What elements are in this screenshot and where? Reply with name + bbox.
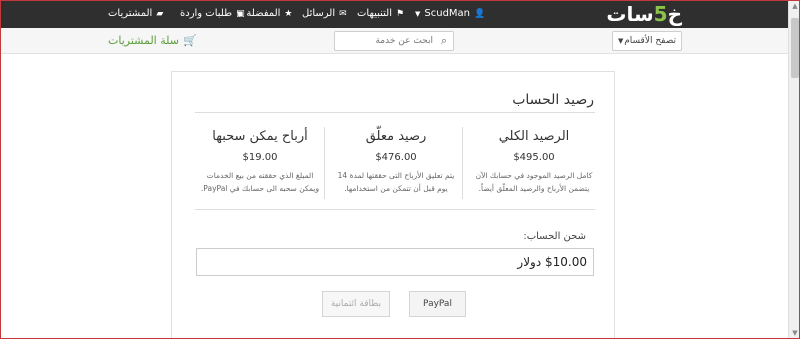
charge-account-label: شحن الحساب: <box>523 231 586 242</box>
notifications-label: التنبيهات <box>357 8 392 19</box>
cart-label: سلة المشتريات <box>108 34 179 47</box>
purchases-label: المشتريات <box>108 8 153 19</box>
withdrawable-title: أرباح يمكن سحبها <box>212 129 308 144</box>
incoming-orders-label: طلبات واردة <box>180 8 233 19</box>
search-box: ⌕ <box>334 31 454 51</box>
user-name: ScudMan <box>424 8 471 19</box>
browse-label: تصفح الأقسام <box>624 36 676 46</box>
credit-card-button[interactable]: بطاقة ائتمانية <box>322 291 390 317</box>
total-balance-desc: كامل الرصيد الموجود في حسابك الآن يتضمن … <box>475 171 593 193</box>
section-divider <box>195 209 595 210</box>
top-navbar: خ5سات ▼ ScudMan 👤 التنبيهات ⚑ الرسائل ✉ … <box>0 0 788 28</box>
favorites-menu[interactable]: ▼ المفضلة ★ <box>237 0 292 28</box>
pending-balance-title: رصيد معلّق <box>365 129 427 144</box>
folder-icon: ▰ <box>156 9 164 19</box>
chevron-down-icon: ▼ <box>415 10 421 18</box>
purchases-link[interactable]: المشتريات ▰ <box>108 0 163 28</box>
scroll-down-arrow-icon[interactable]: ▼ <box>789 327 800 339</box>
total-balance-column: الرصيد الكلي $495.00 كامل الرصيد الموجود… <box>470 127 598 195</box>
column-divider <box>324 127 325 199</box>
favorites-label: المفضلة <box>246 8 281 19</box>
search-input[interactable] <box>335 32 439 50</box>
paypal-button[interactable]: PayPal <box>409 291 466 317</box>
page-title: رصيد الحساب <box>512 92 594 108</box>
cart-link[interactable]: 🛒 سلة المشتريات <box>108 33 197 49</box>
total-balance-amount: $495.00 <box>513 152 555 163</box>
withdrawable-column: أرباح يمكن سحبها $19.00 المبلغ الذي حققت… <box>196 127 324 195</box>
logo-text-1: خ <box>667 2 682 26</box>
scrollbar-thumb[interactable] <box>791 18 799 78</box>
scroll-up-arrow-icon[interactable]: ▲ <box>789 0 800 12</box>
account-balance-card: رصيد الحساب الرصيد الكلي $495.00 كامل ال… <box>171 71 615 339</box>
notifications-link[interactable]: التنبيهات ⚑ <box>357 0 404 28</box>
total-balance-title: الرصيد الكلي <box>498 129 570 144</box>
site-logo[interactable]: خ5سات <box>606 2 682 26</box>
user-menu[interactable]: ▼ ScudMan 👤 <box>415 0 485 28</box>
messages-label: الرسائل <box>302 8 336 19</box>
pending-balance-amount: $476.00 <box>375 152 417 163</box>
logo-text-3: سات <box>606 2 654 26</box>
user-icon: 👤 <box>474 9 486 19</box>
logo-text-2: 5 <box>653 2 668 26</box>
inbox-icon: ▣ <box>236 9 245 19</box>
envelope-icon: ✉ <box>339 9 347 19</box>
withdrawable-desc: المبلغ الذي حققته من بيع الخدمات ويمكن س… <box>200 171 320 193</box>
withdrawable-amount: $19.00 <box>242 152 278 163</box>
column-divider <box>462 127 463 199</box>
vertical-scrollbar[interactable]: ▲ ▼ <box>788 0 800 339</box>
messages-link[interactable]: الرسائل ✉ <box>302 0 347 28</box>
browse-categories-dropdown[interactable]: تصفح الأقسام ▼ <box>612 31 682 51</box>
title-divider <box>195 112 595 113</box>
chevron-down-icon: ▼ <box>618 37 624 45</box>
star-icon: ★ <box>284 9 293 19</box>
incoming-orders-link[interactable]: طلبات واردة ▣ <box>180 0 245 28</box>
cart-icon: 🛒 <box>183 34 197 47</box>
flag-icon: ⚑ <box>395 9 405 19</box>
pending-balance-column: رصيد معلّق $476.00 يتم تعليق الأرباح الت… <box>332 127 460 195</box>
secondary-bar: 🛒 سلة المشتريات ⌕ تصفح الأقسام ▼ <box>0 28 788 54</box>
pending-balance-desc: يتم تعليق الأرباح التى حققتها لمدة 14 يو… <box>337 171 455 193</box>
search-icon[interactable]: ⌕ <box>441 34 447 48</box>
charge-amount-field[interactable]: $10.00 دولار <box>196 248 594 276</box>
